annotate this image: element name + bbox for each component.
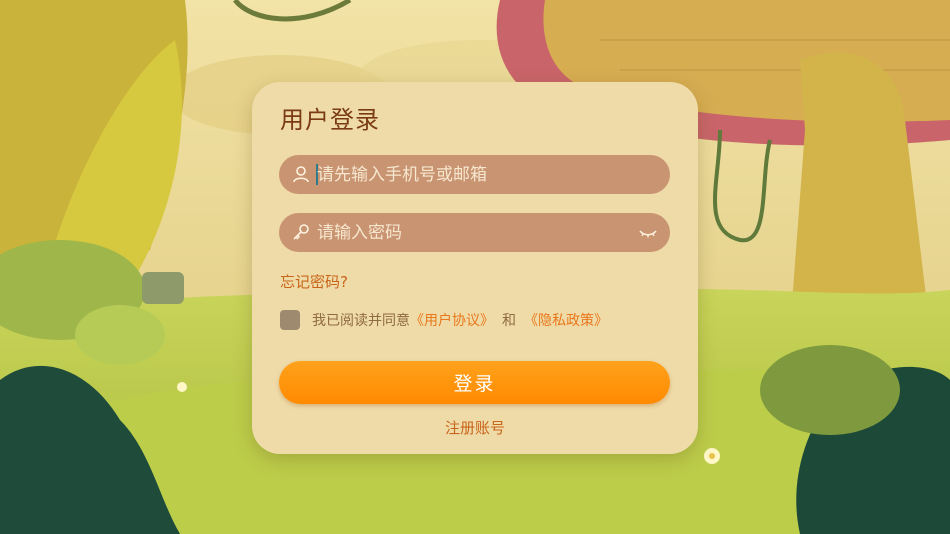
key-icon: [293, 224, 309, 240]
agreement-row: 我已阅读并同意 《用户协议》 和 《隐私政策》: [280, 310, 608, 330]
phone-email-input[interactable]: [317, 155, 617, 194]
login-button[interactable]: 登录: [279, 361, 670, 404]
eye-closed-icon[interactable]: [638, 223, 658, 243]
login-card: 用户登录 忘记密码? 我已阅读并同意 《用户协议》 和 《隐私政策》 登录 注册…: [252, 82, 698, 454]
forgot-password-link[interactable]: 忘记密码?: [280, 271, 348, 292]
agreement-prefix: 我已阅读并同意: [312, 313, 410, 329]
password-field[interactable]: [279, 213, 670, 252]
register-link[interactable]: 注册账号: [252, 417, 698, 438]
password-input[interactable]: [317, 213, 617, 252]
user-agreement-link[interactable]: 《用户协议》: [410, 310, 494, 330]
phone-email-field[interactable]: [279, 155, 670, 194]
agreement-and: 和: [502, 313, 516, 329]
privacy-policy-link[interactable]: 《隐私政策》: [524, 310, 608, 330]
user-icon: [293, 166, 309, 183]
agreement-checkbox[interactable]: [280, 310, 300, 330]
login-title: 用户登录: [280, 106, 380, 134]
